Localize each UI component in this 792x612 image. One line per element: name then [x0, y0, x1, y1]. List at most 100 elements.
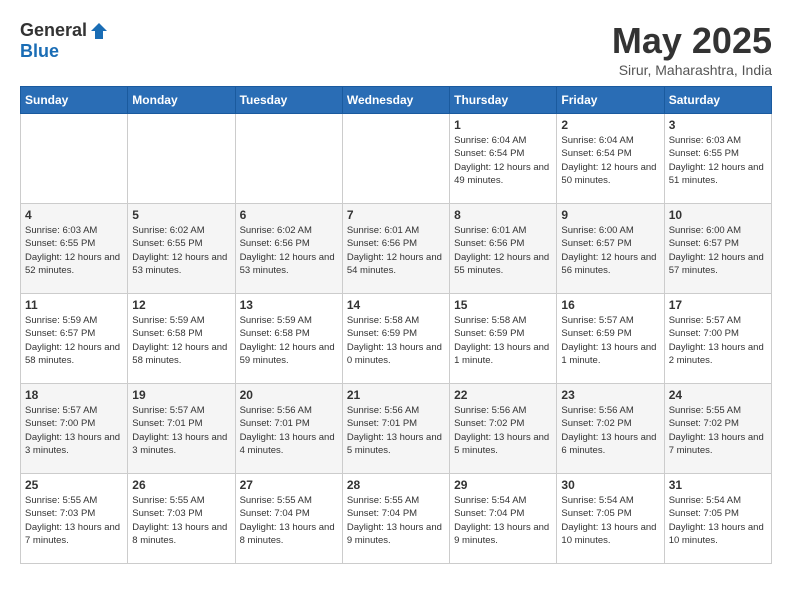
calendar-day-cell: 10Sunrise: 6:00 AM Sunset: 6:57 PM Dayli… — [664, 204, 771, 294]
day-info: Sunrise: 6:01 AM Sunset: 6:56 PM Dayligh… — [347, 224, 445, 277]
day-of-week-header: Sunday — [21, 87, 128, 114]
calendar-week-row: 11 Sunrise: 5:59 AM Sunset: 6:57 PM Dayli… — [21, 294, 772, 384]
day-number: 25 — [25, 478, 123, 492]
day-number: 1 — [454, 118, 552, 132]
day-number: 13 — [240, 298, 338, 312]
day-of-week-header: Friday — [557, 87, 664, 114]
month-title: May 2025 — [612, 20, 772, 62]
day-number: 17 — [669, 298, 767, 312]
calendar-day-cell: 22 Sunrise: 5:56 AM Sunset: 7:02 PM Dayli… — [450, 384, 557, 474]
calendar-day-cell: 2 Sunrise: 6:04 AM Sunset: 6:54 PM Daylig… — [557, 114, 664, 204]
calendar-day-cell: 21 Sunrise: 5:56 AM Sunset: 7:01 PM Dayli… — [342, 384, 449, 474]
day-info: Sunrise: 5:54 AM Sunset: 7:05 PM Dayligh… — [669, 494, 767, 547]
logo-icon — [89, 21, 109, 41]
day-info: Sunrise: 5:55 AM Sunset: 7:04 PM Dayligh… — [347, 494, 445, 547]
calendar-day-cell: 14 Sunrise: 5:58 AM Sunset: 6:59 PM Dayli… — [342, 294, 449, 384]
day-number: 2 — [561, 118, 659, 132]
calendar-day-cell: 16 Sunrise: 5:57 AM Sunset: 6:59 PM Dayli… — [557, 294, 664, 384]
day-number: 29 — [454, 478, 552, 492]
day-number: 22 — [454, 388, 552, 402]
day-number: 30 — [561, 478, 659, 492]
day-number: 16 — [561, 298, 659, 312]
day-info: Sunrise: 6:00 AM Sunset: 6:57 PM Dayligh… — [561, 224, 659, 277]
calendar-day-cell: 11 Sunrise: 5:59 AM Sunset: 6:57 PM Dayli… — [21, 294, 128, 384]
calendar-day-cell: 13Sunrise: 5:59 AM Sunset: 6:58 PM Dayli… — [235, 294, 342, 384]
calendar-day-cell: 9 Sunrise: 6:00 AM Sunset: 6:57 PM Daylig… — [557, 204, 664, 294]
calendar-table: SundayMondayTuesdayWednesdayThursdayFrid… — [20, 86, 772, 564]
day-info: Sunrise: 5:58 AM Sunset: 6:59 PM Dayligh… — [347, 314, 445, 367]
day-info: Sunrise: 5:56 AM Sunset: 7:01 PM Dayligh… — [240, 404, 338, 457]
day-info: Sunrise: 6:04 AM Sunset: 6:54 PM Dayligh… — [561, 134, 659, 187]
day-number: 6 — [240, 208, 338, 222]
day-info: Sunrise: 6:03 AM Sunset: 6:55 PM Dayligh… — [669, 134, 767, 187]
calendar-day-cell: 4Sunrise: 6:03 AM Sunset: 6:55 PM Daylig… — [21, 204, 128, 294]
logo-general-text: General — [20, 20, 87, 41]
day-number: 9 — [561, 208, 659, 222]
calendar-day-cell: 3 Sunrise: 6:03 AM Sunset: 6:55 PM Daylig… — [664, 114, 771, 204]
calendar-day-cell: 15 Sunrise: 5:58 AM Sunset: 6:59 PM Dayli… — [450, 294, 557, 384]
calendar-week-row: 4Sunrise: 6:03 AM Sunset: 6:55 PM Daylig… — [21, 204, 772, 294]
day-info: Sunrise: 5:54 AM Sunset: 7:04 PM Dayligh… — [454, 494, 552, 547]
day-info: Sunrise: 5:56 AM Sunset: 7:01 PM Dayligh… — [347, 404, 445, 457]
day-info: Sunrise: 6:01 AM Sunset: 6:56 PM Dayligh… — [454, 224, 552, 277]
day-info: Sunrise: 5:59 AM Sunset: 6:57 PM Dayligh… — [25, 314, 123, 367]
day-number: 18 — [25, 388, 123, 402]
day-info: Sunrise: 5:55 AM Sunset: 7:04 PM Dayligh… — [240, 494, 338, 547]
title-section: May 2025 Sirur, Maharashtra, India — [612, 20, 772, 78]
calendar-day-cell: 29 Sunrise: 5:54 AM Sunset: 7:04 PM Dayli… — [450, 474, 557, 564]
calendar-day-cell: 12Sunrise: 5:59 AM Sunset: 6:58 PM Dayli… — [128, 294, 235, 384]
day-number: 7 — [347, 208, 445, 222]
calendar-day-cell: 8Sunrise: 6:01 AM Sunset: 6:56 PM Daylig… — [450, 204, 557, 294]
day-number: 11 — [25, 298, 123, 312]
day-info: Sunrise: 5:56 AM Sunset: 7:02 PM Dayligh… — [454, 404, 552, 457]
calendar-day-cell — [235, 114, 342, 204]
day-info: Sunrise: 5:55 AM Sunset: 7:03 PM Dayligh… — [132, 494, 230, 547]
calendar-week-row: 25 Sunrise: 5:55 AM Sunset: 7:03 PM Dayli… — [21, 474, 772, 564]
day-of-week-header: Saturday — [664, 87, 771, 114]
calendar-day-cell — [342, 114, 449, 204]
day-of-week-header: Wednesday — [342, 87, 449, 114]
day-number: 20 — [240, 388, 338, 402]
calendar-day-cell: 25Sunrise: 5:55 AM Sunset: 7:03 PM Dayli… — [21, 474, 128, 564]
day-info: Sunrise: 5:59 AM Sunset: 6:58 PM Dayligh… — [132, 314, 230, 367]
day-number: 4 — [25, 208, 123, 222]
calendar-week-row: 18Sunrise: 5:57 AM Sunset: 7:00 PM Dayli… — [21, 384, 772, 474]
calendar-day-cell: 7 Sunrise: 6:01 AM Sunset: 6:56 PM Daylig… — [342, 204, 449, 294]
day-of-week-header: Thursday — [450, 87, 557, 114]
calendar-day-cell: 6 Sunrise: 6:02 AM Sunset: 6:56 PM Daylig… — [235, 204, 342, 294]
logo-blue-text: Blue — [20, 41, 59, 62]
calendar-day-cell: 17 Sunrise: 5:57 AM Sunset: 7:00 PM Dayli… — [664, 294, 771, 384]
calendar-day-cell — [21, 114, 128, 204]
day-info: Sunrise: 5:54 AM Sunset: 7:05 PM Dayligh… — [561, 494, 659, 547]
day-info: Sunrise: 5:56 AM Sunset: 7:02 PM Dayligh… — [561, 404, 659, 457]
day-number: 10 — [669, 208, 767, 222]
calendar-week-row: 1 Sunrise: 6:04 AM Sunset: 6:54 PM Daylig… — [21, 114, 772, 204]
calendar-day-cell: 24 Sunrise: 5:55 AM Sunset: 7:02 PM Dayli… — [664, 384, 771, 474]
day-number: 23 — [561, 388, 659, 402]
day-number: 24 — [669, 388, 767, 402]
calendar-day-cell: 19Sunrise: 5:57 AM Sunset: 7:01 PM Dayli… — [128, 384, 235, 474]
day-number: 21 — [347, 388, 445, 402]
location-subtitle: Sirur, Maharashtra, India — [612, 62, 772, 78]
day-number: 15 — [454, 298, 552, 312]
day-info: Sunrise: 6:04 AM Sunset: 6:54 PM Dayligh… — [454, 134, 552, 187]
day-number: 27 — [240, 478, 338, 492]
calendar-day-cell: 28 Sunrise: 5:55 AM Sunset: 7:04 PM Dayli… — [342, 474, 449, 564]
day-info: Sunrise: 6:02 AM Sunset: 6:55 PM Dayligh… — [132, 224, 230, 277]
day-info: Sunrise: 6:02 AM Sunset: 6:56 PM Dayligh… — [240, 224, 338, 277]
day-number: 26 — [132, 478, 230, 492]
page-header: General Blue May 2025 Sirur, Maharashtra… — [20, 20, 772, 78]
day-info: Sunrise: 5:57 AM Sunset: 7:00 PM Dayligh… — [669, 314, 767, 367]
calendar-header-row: SundayMondayTuesdayWednesdayThursdayFrid… — [21, 87, 772, 114]
day-number: 31 — [669, 478, 767, 492]
calendar-day-cell: 18Sunrise: 5:57 AM Sunset: 7:00 PM Dayli… — [21, 384, 128, 474]
day-info: Sunrise: 5:55 AM Sunset: 7:02 PM Dayligh… — [669, 404, 767, 457]
day-info: Sunrise: 5:58 AM Sunset: 6:59 PM Dayligh… — [454, 314, 552, 367]
logo: General Blue — [20, 20, 109, 62]
day-number: 3 — [669, 118, 767, 132]
day-info: Sunrise: 5:57 AM Sunset: 6:59 PM Dayligh… — [561, 314, 659, 367]
calendar-day-cell: 26 Sunrise: 5:55 AM Sunset: 7:03 PM Dayli… — [128, 474, 235, 564]
calendar-day-cell: 1 Sunrise: 6:04 AM Sunset: 6:54 PM Daylig… — [450, 114, 557, 204]
day-number: 14 — [347, 298, 445, 312]
day-number: 28 — [347, 478, 445, 492]
